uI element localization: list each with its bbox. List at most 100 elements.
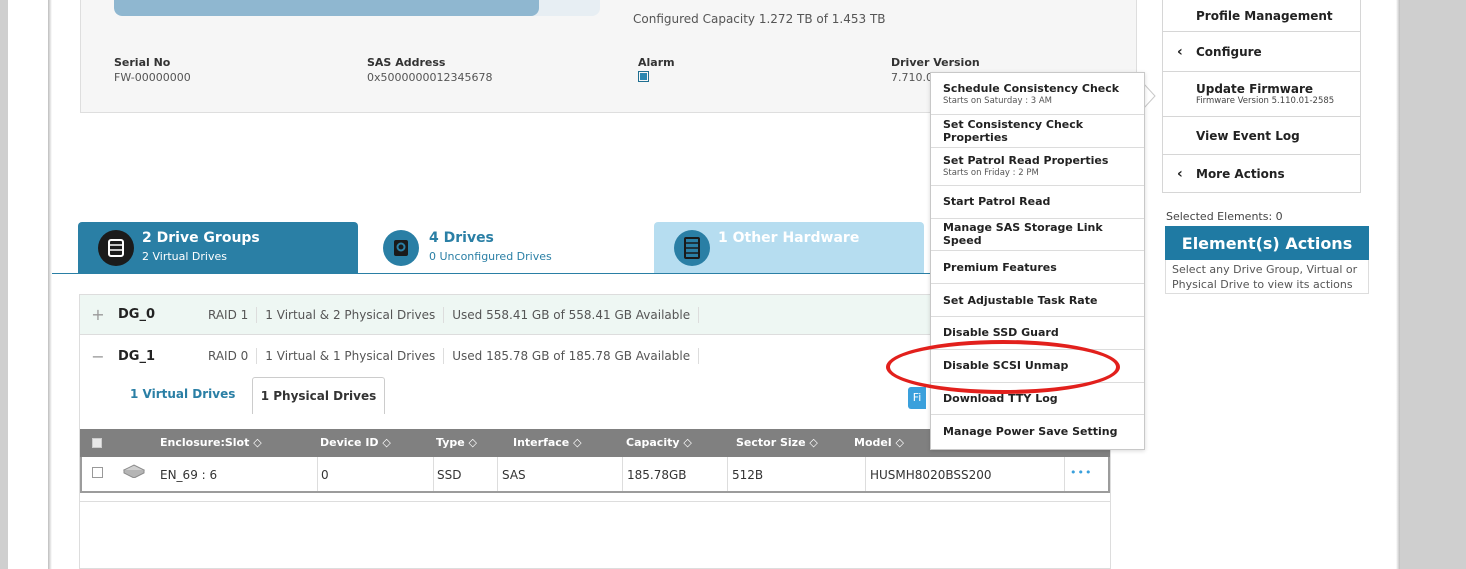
drive-group-name: DG_0	[118, 307, 156, 322]
column-divider	[1064, 457, 1065, 491]
menu-item-download-tty-log[interactable]: Download TTY Log	[931, 383, 1144, 416]
configure-label: Configure	[1196, 44, 1262, 59]
drive-icon	[383, 230, 419, 266]
driver-version-label: Driver Version	[891, 56, 980, 69]
menu-item-label: Start Patrol Read	[943, 195, 1051, 209]
tab-virtual-drives[interactable]: 1 Virtual Drives	[130, 387, 235, 401]
cell-sector-size: 512B	[732, 468, 764, 482]
sas-address-field: SAS Address 0x5000000012345678	[367, 56, 493, 84]
more-actions-label: More Actions	[1196, 166, 1285, 181]
serial-no-field: Serial No FW-00000000	[114, 56, 191, 84]
cell-capacity: 185.78GB	[627, 468, 687, 482]
menu-item-subtext: Starts on Saturday : 3 AM	[943, 95, 1053, 106]
menu-item-label: Disable SSD Guard	[943, 326, 1059, 340]
filter-button[interactable]: Fi	[908, 387, 926, 409]
left-shadow	[48, 0, 52, 569]
unconfigured-drives-count: 0 Unconfigured Drives	[429, 250, 552, 263]
cell-type: SSD	[437, 468, 462, 482]
more-actions-menu: Schedule Consistency Check Starts on Sat…	[930, 72, 1145, 450]
menu-item-set-adjustable-task-rate[interactable]: Set Adjustable Task Rate	[931, 284, 1144, 317]
menu-item-label: Download TTY Log	[943, 391, 1058, 405]
menu-item-set-patrol-read-properties[interactable]: Set Patrol Read Properties Starts on Fri…	[931, 148, 1144, 186]
firmware-version-text: Firmware Version 5.110.01-2585	[1196, 96, 1335, 106]
sas-address-label: SAS Address	[367, 56, 446, 69]
drives-count: 4 Drives	[429, 230, 494, 246]
alarm-checkbox[interactable]	[638, 71, 649, 82]
sas-address-value: 0x5000000012345678	[367, 71, 493, 84]
other-hardware-count: 1 Other Hardware	[718, 230, 860, 246]
configured-capacity-text: Configured Capacity 1.272 TB of 1.453 TB	[633, 12, 886, 26]
drive-composition: 1 Virtual & 2 Physical Drives	[257, 306, 445, 323]
menu-item-manage-power-save[interactable]: Manage Power Save Setting	[931, 415, 1144, 448]
column-divider	[622, 457, 623, 491]
raid-level: RAID 0	[200, 348, 258, 364]
menu-item-start-patrol-read[interactable]: Start Patrol Read	[931, 186, 1144, 219]
alarm-field: Alarm	[638, 56, 675, 82]
menu-item-schedule-consistency-check[interactable]: Schedule Consistency Check Starts on Sat…	[931, 73, 1144, 115]
configure-item[interactable]: ‹ Configure	[1162, 32, 1361, 72]
tab-other-hardware[interactable]: 1 Other Hardware	[654, 222, 924, 273]
controller-actions-panel: Profile Management ‹ Configure Update Fi…	[1162, 0, 1361, 193]
select-all-checkbox[interactable]	[92, 438, 102, 448]
column-divider	[317, 457, 318, 491]
col-interface[interactable]: Interface ◇	[513, 436, 582, 449]
right-gutter	[1400, 0, 1466, 569]
view-event-log-item[interactable]: View Event Log	[1162, 117, 1361, 155]
menu-pointer-icon	[1143, 84, 1156, 108]
table-row[interactable]: EN_69 : 6 0 SSD SAS 185.78GB 512B HUSMH8…	[80, 457, 1110, 493]
physical-drive-icon	[122, 464, 146, 481]
expand-icon[interactable]: +	[86, 305, 110, 324]
right-shadow	[1396, 0, 1400, 569]
cell-device-id: 0	[321, 468, 329, 482]
menu-item-subtext: Starts on Friday : 2 PM	[943, 168, 1039, 179]
table-bottom-divider	[80, 501, 1110, 502]
menu-item-premium-features[interactable]: Premium Features	[931, 251, 1144, 285]
menu-item-label: Set Patrol Read Properties	[943, 154, 1109, 168]
drive-group-icon	[98, 230, 134, 266]
menu-item-label: Manage Power Save Setting	[943, 425, 1118, 439]
menu-item-manage-sas-link-speed[interactable]: Manage SAS Storage Link Speed	[931, 219, 1144, 252]
row-checkbox[interactable]	[92, 467, 103, 478]
serial-no-value: FW-00000000	[114, 71, 191, 84]
hardware-icon	[674, 230, 710, 266]
tab-drive-groups[interactable]: 2 Drive Groups 2 Virtual Drives	[78, 222, 358, 273]
menu-item-label: Manage SAS Storage Link Speed	[943, 221, 1103, 248]
column-divider	[727, 457, 728, 491]
used-capacity: Used 558.41 GB of 558.41 GB Available	[444, 306, 700, 323]
col-type[interactable]: Type ◇	[436, 436, 477, 449]
profile-management-item[interactable]: Profile Management	[1162, 0, 1361, 32]
col-model[interactable]: Model ◇	[854, 436, 904, 449]
column-divider	[865, 457, 866, 491]
col-device-id[interactable]: Device ID ◇	[320, 436, 391, 449]
drive-composition: 1 Virtual & 1 Physical Drives	[257, 348, 445, 364]
more-options-icon[interactable]: •••	[1070, 466, 1092, 479]
serial-no-label: Serial No	[114, 56, 171, 69]
col-capacity[interactable]: Capacity ◇	[626, 436, 692, 449]
tab-physical-drives[interactable]: 1 Physical Drives	[252, 377, 385, 414]
profile-management-label: Profile Management	[1196, 8, 1333, 23]
cell-interface: SAS	[502, 468, 526, 482]
col-enclosure-slot[interactable]: Enclosure:Slot ◇	[160, 436, 262, 449]
view-event-log-label: View Event Log	[1196, 128, 1300, 143]
more-actions-item[interactable]: ‹ More Actions	[1162, 155, 1361, 193]
menu-item-label: Set Adjustable Task Rate	[943, 293, 1098, 307]
collapse-icon[interactable]: −	[86, 347, 110, 366]
cell-model: HUSMH8020BSS200	[870, 468, 992, 482]
left-gutter	[0, 0, 8, 569]
update-firmware-label: Update Firmware	[1196, 82, 1314, 96]
element-actions-header: Element(s) Actions	[1165, 226, 1369, 260]
selected-elements-count: Selected Elements: 0	[1166, 210, 1283, 223]
capacity-bar-fill	[114, 0, 540, 16]
chevron-left-icon: ‹	[1177, 43, 1183, 60]
col-sector-size[interactable]: Sector Size ◇	[736, 436, 818, 449]
update-firmware-item[interactable]: Update Firmware Firmware Version 5.110.0…	[1162, 72, 1361, 117]
menu-item-disable-scsi-unmap[interactable]: Disable SCSI Unmap	[931, 350, 1144, 383]
menu-item-disable-ssd-guard[interactable]: Disable SSD Guard	[931, 317, 1144, 350]
menu-item-label: Schedule Consistency Check	[943, 81, 1120, 95]
menu-item-label: Disable SCSI Unmap	[943, 359, 1069, 373]
menu-item-set-consistency-check-properties[interactable]: Set Consistency Check Properties	[931, 115, 1144, 148]
chevron-left-icon: ‹	[1177, 165, 1183, 182]
element-actions-hint: Select any Drive Group, Virtual or Physi…	[1165, 260, 1369, 294]
menu-item-label: Set Consistency Check Properties	[943, 117, 1084, 144]
tab-drives[interactable]: 4 Drives 0 Unconfigured Drives	[359, 222, 653, 273]
